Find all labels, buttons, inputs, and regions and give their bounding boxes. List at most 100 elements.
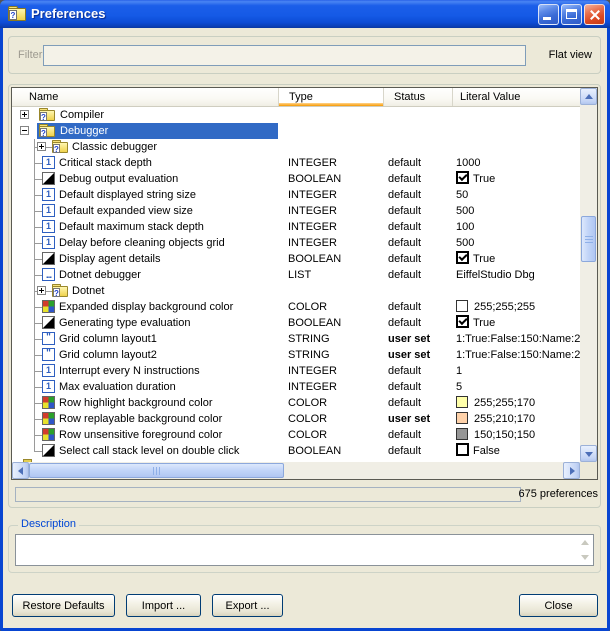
pref-status: default: [383, 315, 452, 331]
pref-type: INTEGER: [278, 187, 383, 203]
pref-value: False: [452, 443, 580, 459]
export-button[interactable]: Export ...: [212, 594, 283, 617]
import-button[interactable]: Import ...: [126, 594, 201, 617]
color-icon: [42, 412, 55, 425]
pref-row[interactable]: 1Default expanded view sizeINTEGERdefaul…: [12, 203, 580, 219]
pref-row[interactable]: 1Interrupt every N instructionsINTEGERde…: [12, 363, 580, 379]
scroll-up-button[interactable]: [580, 88, 597, 105]
folder-icon: ?: [52, 140, 68, 153]
close-window-button[interactable]: [584, 4, 605, 25]
pref-row[interactable]: 1Default maximum stack depthINTEGERdefau…: [12, 219, 580, 235]
pref-row[interactable]: 1Delay before cleaning objects gridINTEG…: [12, 235, 580, 251]
pref-type: COLOR: [278, 299, 383, 315]
pref-row[interactable]: Select call stack level on double click B…: [12, 443, 580, 459]
pref-status: default: [383, 299, 452, 315]
pref-row[interactable]: Expanded display background color COLORde…: [12, 299, 580, 315]
vertical-scroll-thumb[interactable]: [581, 216, 596, 262]
scroll-down-button[interactable]: [580, 445, 597, 462]
pref-row[interactable]: ?Dotnet: [12, 283, 580, 299]
pref-status: [383, 107, 452, 123]
scrollbar-corner: [580, 462, 597, 479]
expander-plus-icon[interactable]: [37, 286, 46, 295]
pref-value: 50: [452, 187, 580, 203]
pref-row[interactable]: "Grid column layout1STRINGuser set1:True…: [12, 331, 580, 347]
pref-name-label: Compiler: [60, 107, 104, 123]
pref-value: [452, 283, 580, 299]
pref-row[interactable]: Row highlight background colorCOLORdefau…: [12, 395, 580, 411]
value-checkbox[interactable]: [456, 251, 469, 264]
pref-type: BOOLEAN: [278, 315, 383, 331]
preferences-grid: NameTypeStatusLiteral Value ?Compiler?De…: [11, 87, 598, 480]
pref-row[interactable]: ?Classic debugger: [12, 139, 580, 155]
vertical-scrollbar[interactable]: [580, 88, 597, 462]
pref-type: STRING: [278, 347, 383, 363]
pref-name-label: Row unsensitive foreground color: [59, 427, 222, 443]
pref-row[interactable]: 1Critical stack depthINTEGERdefault1000: [12, 155, 580, 171]
title-bar[interactable]: ? Preferences: [0, 0, 610, 28]
pref-row[interactable]: 1Default displayed string sizeINTEGERdef…: [12, 187, 580, 203]
pref-row[interactable]: Row replayable background colorCOLORuser…: [12, 411, 580, 427]
pref-type: COLOR: [278, 411, 383, 427]
expander-minus-icon[interactable]: [20, 126, 29, 135]
value-text: True: [473, 253, 495, 265]
minimize-button[interactable]: [538, 4, 559, 25]
pref-value: 500: [452, 203, 580, 219]
horizontal-scroll-thumb[interactable]: [29, 463, 284, 478]
column-header-status[interactable]: Status: [383, 88, 452, 106]
pref-value: [452, 107, 580, 123]
pref-value: 255;255;255: [452, 299, 580, 315]
color-icon: [42, 428, 55, 441]
pref-status: default: [383, 251, 452, 267]
pref-name-label: Select call stack level on double click: [59, 443, 239, 459]
close-button[interactable]: Close: [519, 594, 598, 617]
pref-name-label: Expanded display background color: [59, 299, 233, 315]
pref-row[interactable]: Debug output evaluationBOOLEANdefaultTru…: [12, 171, 580, 187]
value-text: 1:True:False:150:Name:2:: [456, 349, 580, 361]
expander-plus-icon[interactable]: [37, 142, 46, 151]
filter-input[interactable]: [43, 45, 526, 66]
description-textarea[interactable]: [15, 534, 594, 566]
column-header-type[interactable]: Type: [278, 88, 383, 106]
restore-defaults-button[interactable]: Restore Defaults: [12, 594, 115, 617]
expander-plus-icon[interactable]: [20, 110, 29, 119]
integer-icon: 1: [42, 156, 55, 169]
pref-status: user set: [383, 331, 452, 347]
pref-type: BOOLEAN: [278, 443, 383, 459]
pref-status: default: [383, 267, 452, 283]
column-header-name[interactable]: Name: [12, 88, 278, 106]
integer-icon: 1: [42, 188, 55, 201]
value-checkbox[interactable]: [456, 315, 469, 328]
pref-row[interactable]: "Grid column layout2STRINGuser set1:True…: [12, 347, 580, 363]
pref-name-label: Default maximum stack depth: [59, 219, 204, 235]
scroll-left-button[interactable]: [12, 462, 29, 479]
maximize-button[interactable]: [561, 4, 582, 25]
pref-row[interactable]: Row unsensitive foreground colorCOLORdef…: [12, 427, 580, 443]
pref-status: default: [383, 203, 452, 219]
pref-row[interactable]: Display agent detailsBOOLEANdefaultTrue: [12, 251, 580, 267]
pref-type: INTEGER: [278, 235, 383, 251]
pref-status: user set: [383, 347, 452, 363]
pref-row[interactable]: 1Max evaluation durationINTEGERdefault5: [12, 379, 580, 395]
value-checkbox[interactable]: [456, 171, 469, 184]
pref-type: STRING: [278, 331, 383, 347]
pref-row[interactable]: ?Compiler: [12, 107, 580, 123]
pref-value: 255;255;170: [452, 395, 580, 411]
value-text: 1: [456, 365, 462, 377]
pref-name-label: Default displayed string size: [59, 187, 196, 203]
boolean-icon: [42, 172, 55, 185]
value-checkbox[interactable]: [456, 443, 469, 456]
textarea-scroll-up-icon: [581, 540, 589, 545]
pref-type: [278, 139, 383, 155]
horizontal-scrollbar[interactable]: [12, 462, 580, 479]
color-swatch: [456, 428, 468, 440]
pref-row[interactable]: ?Debugger: [12, 123, 580, 139]
flat-view-button[interactable]: Flat view: [549, 49, 592, 61]
pref-name-label: Critical stack depth: [59, 155, 152, 171]
pref-value: 1000: [452, 155, 580, 171]
description-label: Description: [18, 518, 79, 530]
pref-status: default: [383, 219, 452, 235]
pref-row[interactable]: Generating type evaluationBOOLEANdefault…: [12, 315, 580, 331]
pref-row[interactable]: ...Dotnet debuggerLISTdefaultEiffelStudi…: [12, 267, 580, 283]
column-header-literal-value[interactable]: Literal Value: [452, 88, 580, 106]
scroll-right-button[interactable]: [563, 462, 580, 479]
